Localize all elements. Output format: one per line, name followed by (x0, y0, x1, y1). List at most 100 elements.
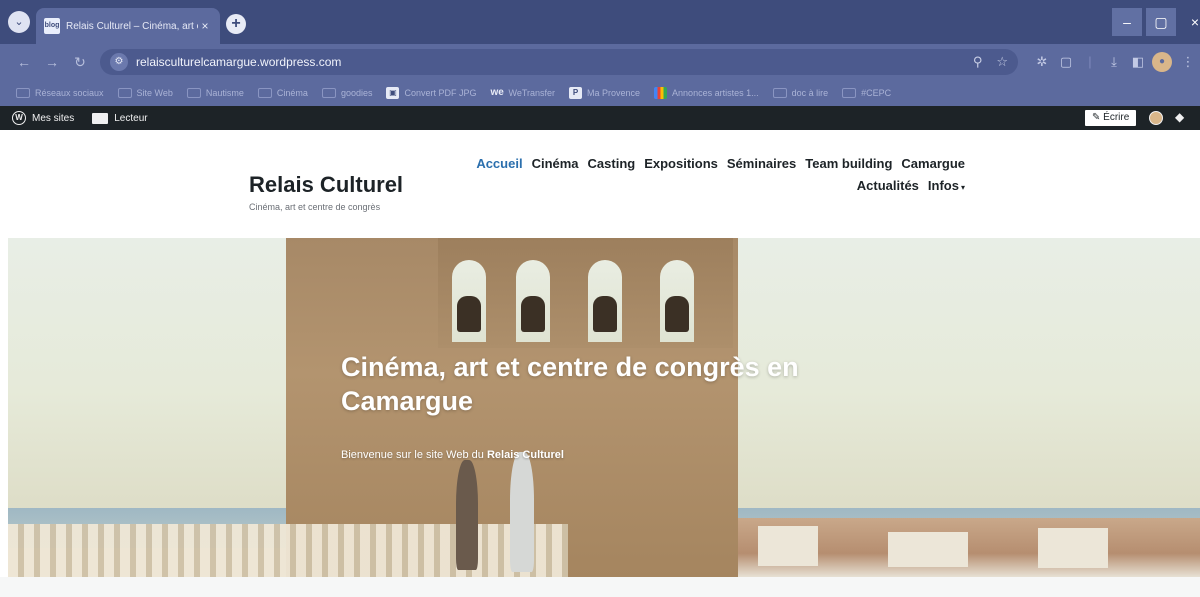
bookmark-label: Convert PDF JPG (404, 88, 477, 98)
nav-item-s-minaires[interactable]: Séminaires (727, 156, 796, 171)
nav-item-accueil[interactable]: Accueil (476, 156, 522, 171)
nav-item-label: Team building (805, 156, 893, 171)
bookmark-label: Site Web (136, 88, 173, 98)
folder-icon (257, 88, 272, 98)
bookmark-label: Réseaux sociaux (35, 88, 104, 98)
bookmark-item[interactable]: Nautisme (186, 88, 244, 98)
folder-icon (186, 88, 201, 98)
hero-house (888, 532, 968, 567)
write-button[interactable]: ✎ Écrire (1085, 110, 1137, 126)
hero-belfry (438, 238, 733, 348)
site-info-icon[interactable]: ⚙ (110, 53, 128, 71)
toolbar-divider: | (1088, 54, 1092, 69)
bookmark-label: #CEPC (861, 88, 892, 98)
extensions-icon[interactable]: ▢ (1056, 52, 1076, 72)
profile-icon[interactable]: ● (1152, 52, 1172, 72)
nav-item-expositions[interactable]: Expositions (644, 156, 718, 171)
folder-icon (772, 88, 787, 98)
my-sites-link[interactable]: Mes sites (32, 113, 74, 124)
reload-icon[interactable]: ↻ (70, 52, 90, 72)
reader-link[interactable]: Lecteur (114, 113, 147, 124)
new-tab-button[interactable]: + (226, 14, 246, 34)
wetransfer-icon: we (490, 87, 504, 98)
ma-provence-icon: P (569, 87, 583, 99)
browser-toolbar: ← → ↻ ⚙ relaisculturelcamargue.wordpress… (0, 44, 1200, 80)
bookmark-label: Ma Provence (587, 88, 641, 98)
reader-icon[interactable] (92, 112, 109, 124)
bell-icon (665, 296, 689, 332)
wordpress-logo-icon[interactable]: W (12, 111, 26, 125)
close-window-button[interactable]: × (1180, 8, 1200, 36)
bookmark-item[interactable]: Réseaux sociaux (16, 88, 104, 98)
folder-icon (117, 88, 132, 98)
hero-person (456, 460, 478, 570)
hero-house (758, 526, 818, 566)
folder-icon (321, 88, 336, 98)
hero-heading: Cinéma, art et centre de congrès en Cama… (341, 352, 799, 416)
avatar[interactable] (1149, 111, 1163, 125)
tab-title: Relais Culturel – Cinéma, art et (66, 20, 198, 32)
nav-item-infos[interactable]: Infos ▾ (928, 178, 965, 193)
write-label: Écrire (1103, 112, 1130, 123)
nav-item-team-building[interactable]: Team building (805, 156, 892, 171)
folder-icon (842, 88, 857, 98)
browser-tab-strip: ⌄ blog Relais Culturel – Cinéma, art et … (0, 0, 1200, 44)
favicon-icon: blog (44, 18, 60, 34)
bookmark-item[interactable]: P Ma Provence (569, 87, 640, 99)
folder-icon (16, 88, 30, 98)
bookmark-item[interactable]: we WeTransfer (491, 87, 556, 99)
hero-text: Bienvenue sur le site Web du Relais Cult… (341, 449, 564, 461)
bookmark-label: Annonces artistes 1... (672, 88, 759, 98)
bookmark-item[interactable]: ▣ Convert PDF JPG (386, 87, 477, 99)
nav-item-casting[interactable]: Casting (588, 156, 636, 171)
tab-search-icon[interactable]: ⌄ (8, 11, 30, 33)
tab-close-icon[interactable]: × (198, 19, 212, 33)
star-icon[interactable]: ☆ (996, 54, 1008, 70)
site-tagline: Cinéma, art et centre de congrès (249, 202, 381, 212)
zoom-icon[interactable]: ⚲ (973, 54, 983, 70)
address-bar[interactable]: ⚙ relaisculturelcamargue.wordpress.com ⚲… (100, 49, 1018, 75)
hero-house (1038, 528, 1108, 568)
nav-item-cin-ma[interactable]: Cinéma (532, 156, 579, 171)
url-text[interactable]: relaisculturelcamargue.wordpress.com (136, 55, 959, 69)
nav-item-camargue[interactable]: Camargue (901, 156, 965, 171)
bookmark-label: goodies (340, 88, 373, 98)
bookmark-label: Nautisme (205, 88, 244, 98)
site-title[interactable]: Relais Culturel (249, 172, 403, 198)
hero-rooftops (738, 518, 1200, 577)
drive-icon (654, 87, 668, 99)
back-icon[interactable]: ← (14, 52, 34, 72)
extension-puzzle-icon[interactable]: ✲ (1032, 52, 1052, 72)
bookmark-item[interactable]: doc à lire (772, 88, 829, 98)
nav-item-label: Casting (587, 156, 636, 171)
bookmark-item[interactable]: #CEPC (842, 88, 891, 98)
hero-banner: Cinéma, art et centre de congrès en Cama… (8, 238, 1200, 577)
sidepanel-icon[interactable]: ◧ (1128, 52, 1148, 72)
bookmark-label: Cinéma (276, 88, 308, 98)
hero-text-bold: Relais Culturel (486, 449, 564, 461)
bookmark-item[interactable]: Cinéma (257, 88, 308, 98)
bell-icon (593, 296, 617, 332)
bell-icon (457, 296, 481, 332)
bookmark-item[interactable]: Site Web (117, 88, 173, 98)
nav-item-label: Accueil (476, 156, 523, 171)
bell-icon (521, 296, 545, 332)
minimize-button[interactable]: – (1112, 8, 1142, 36)
browser-tab[interactable]: blog Relais Culturel – Cinéma, art et × (36, 8, 220, 44)
hero-text-prefix: Bienvenue sur le site Web du (341, 449, 487, 461)
maximize-button[interactable]: ▢ (1146, 8, 1176, 36)
notifications-icon[interactable]: ◆ (1175, 110, 1184, 124)
page-content-start (0, 577, 1200, 597)
download-icon[interactable]: ⤓ (1104, 52, 1124, 72)
bookmark-label: doc à lire (791, 88, 829, 98)
menu-icon[interactable]: ⋮ (1178, 52, 1198, 72)
wp-admin-bar: W Mes sites Lecteur ✎ Écrire ◆ (0, 106, 1200, 130)
bookmarks-bar: Réseaux sociaux Site Web Nautisme Cinéma goo… (0, 80, 1200, 106)
primary-nav: Accueil Cinéma Casting Expositions Séminaire… (440, 156, 965, 193)
nav-item-label: Camargue (901, 156, 965, 171)
forward-icon[interactable]: → (42, 52, 62, 72)
nav-item-actualit-s[interactable]: Actualités (857, 178, 919, 193)
bookmark-item[interactable]: Annonces artistes 1... (654, 87, 759, 99)
nav-item-label: Cinéma (531, 156, 579, 171)
bookmark-item[interactable]: goodies (321, 88, 373, 98)
